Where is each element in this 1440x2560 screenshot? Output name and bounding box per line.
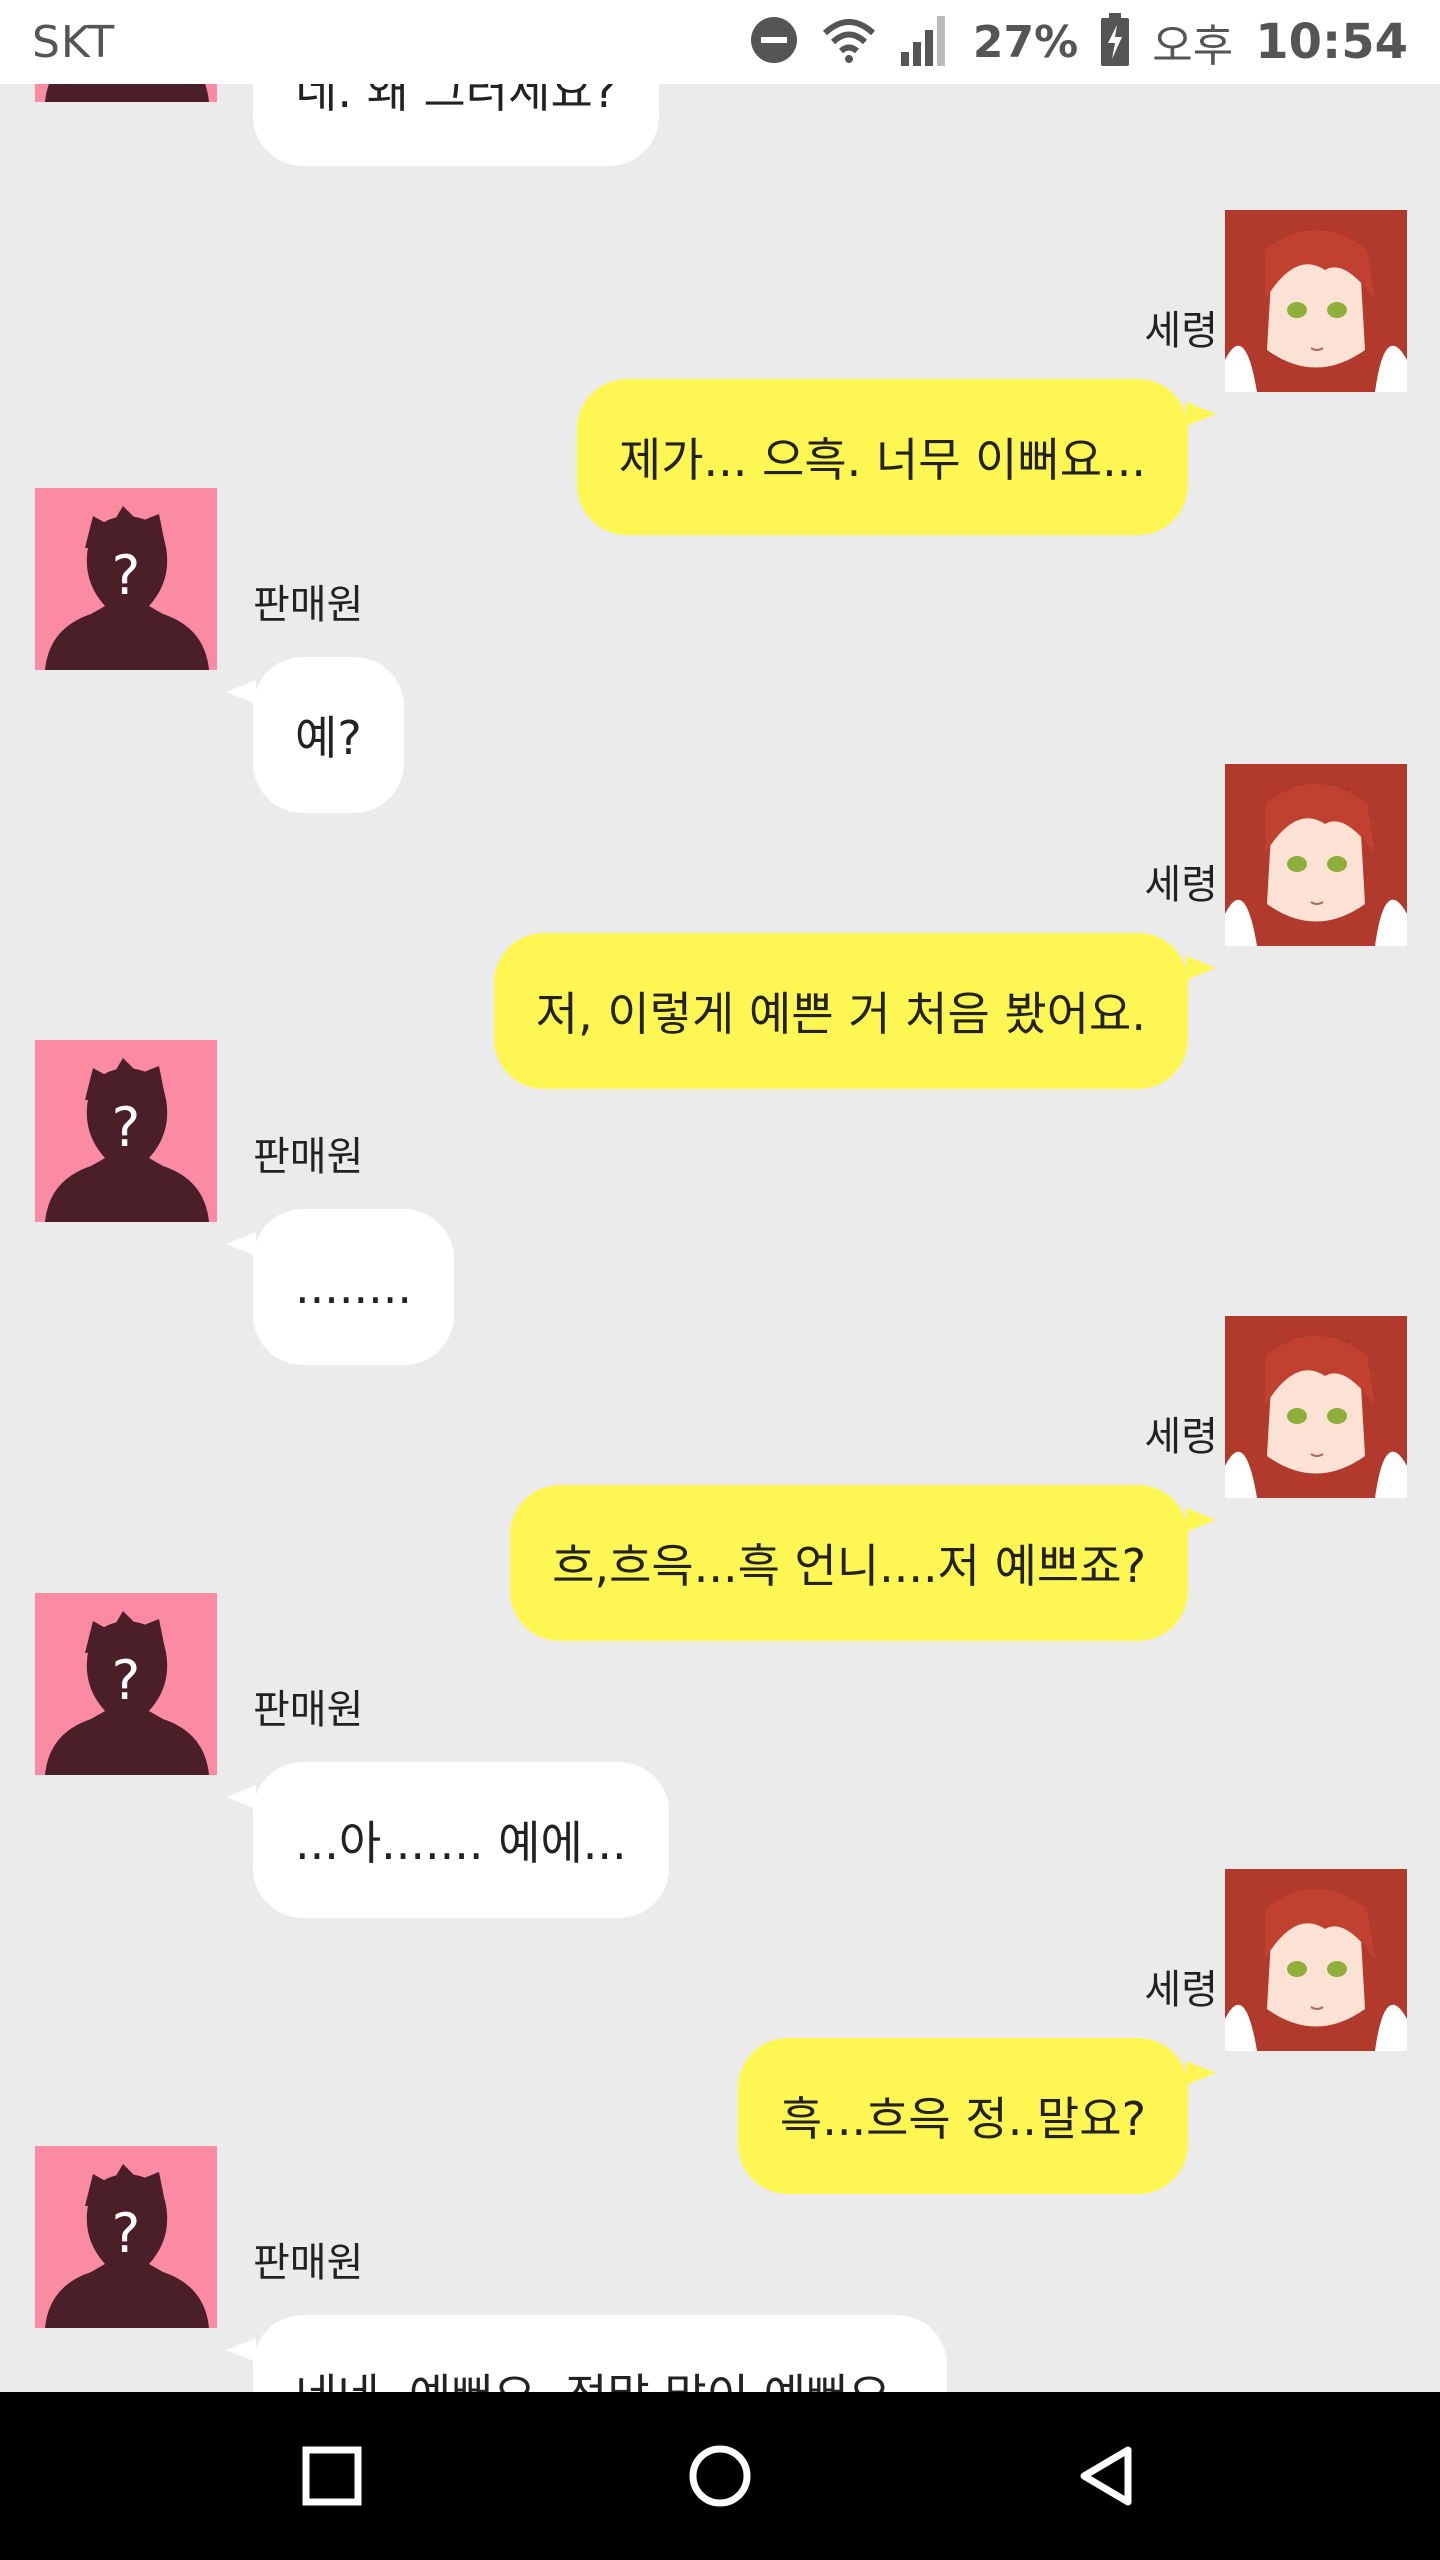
chat-bubble-incoming: 예? <box>253 657 404 813</box>
sender-name: 세령 <box>1144 862 1218 908</box>
svg-text:?: ? <box>112 2202 141 2265</box>
sender-name: 판매원 <box>253 1687 364 1733</box>
recent-apps-icon[interactable] <box>300 2444 364 2508</box>
clock: 10:54 <box>1255 14 1408 70</box>
avatar-seryeong[interactable] <box>1225 1869 1407 2051</box>
chat-bubble-incoming: ........ <box>253 1209 454 1365</box>
unknown-avatar[interactable]: ? <box>35 488 217 670</box>
back-icon[interactable] <box>1076 2444 1140 2508</box>
bubble-tail <box>1186 956 1216 980</box>
dnd-icon <box>749 15 799 69</box>
chat-bubble-outgoing: 제가... 으흑. 너무 이뻐요... <box>576 379 1188 535</box>
signal-icon <box>899 14 951 70</box>
bubble-tail <box>1186 1508 1216 1532</box>
battery-percent: 27% <box>972 16 1079 68</box>
unknown-avatar[interactable]: ? <box>35 1040 217 1222</box>
chat-bubble-outgoing: 저, 이렇게 예쁜 거 처음 봤어요. <box>493 933 1188 1089</box>
time-ampm: 오후 <box>1152 21 1234 72</box>
chat-area[interactable]: 네. 왜 그러세요? 세령 제가... 으흑. 너무 이뻐요... ? 판매원 … <box>0 84 1440 2392</box>
sender-name: 판매원 <box>253 2240 364 2286</box>
bubble-tail <box>226 2338 256 2362</box>
unknown-avatar[interactable] <box>35 84 217 102</box>
home-icon[interactable] <box>688 2444 752 2508</box>
status-bar: SKT 27% 오후 10:54 <box>0 0 1440 84</box>
sender-name: 세령 <box>1144 308 1218 354</box>
battery-charging-icon <box>1100 13 1130 71</box>
status-icons: 27% 오후 10:54 <box>749 10 1408 74</box>
chat-bubble-outgoing: 흐,흐윽...흑 언니....저 예쁘죠? <box>510 1485 1188 1641</box>
svg-text:?: ? <box>112 544 141 607</box>
wifi-icon <box>821 15 877 69</box>
bubble-tail <box>1186 402 1216 426</box>
bubble-tail <box>1186 2061 1216 2085</box>
sender-name: 판매원 <box>253 1134 364 1180</box>
carrier-label: SKT <box>32 16 116 68</box>
unknown-avatar[interactable]: ? <box>35 2146 217 2328</box>
svg-text:?: ? <box>112 1649 141 1712</box>
sender-name: 세령 <box>1144 1414 1218 1460</box>
chat-bubble-incoming: 네네, 예뻐요. 정말 많이 예뻐요. <box>253 2315 948 2392</box>
chat-bubble-incoming: 네. 왜 그러세요? <box>253 84 660 166</box>
chat-bubble-incoming: ...아....... 예에... <box>253 1762 669 1918</box>
bubble-tail <box>226 1785 256 1809</box>
avatar-seryeong[interactable] <box>1225 764 1407 946</box>
bubble-tail <box>226 680 256 704</box>
sender-name: 판매원 <box>253 582 364 628</box>
chat-bubble-outgoing: 흑...흐윽 정..말요? <box>737 2038 1188 2194</box>
avatar-seryeong[interactable] <box>1225 210 1407 392</box>
avatar-seryeong[interactable] <box>1225 1316 1407 1498</box>
unknown-avatar[interactable]: ? <box>35 1593 217 1775</box>
svg-text:?: ? <box>112 1096 141 1159</box>
bubble-tail <box>226 1232 256 1256</box>
navigation-bar <box>0 2392 1440 2560</box>
sender-name: 세령 <box>1144 1967 1218 2013</box>
